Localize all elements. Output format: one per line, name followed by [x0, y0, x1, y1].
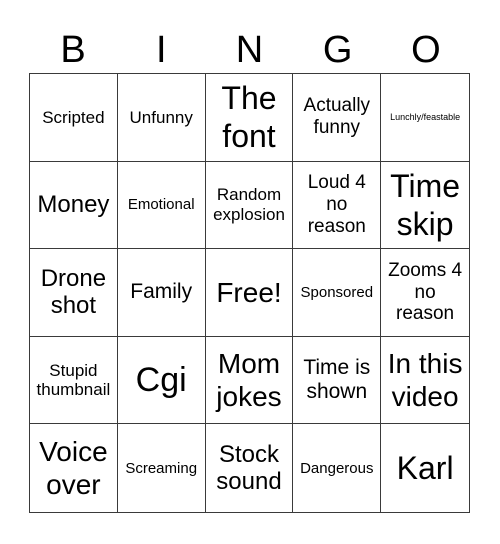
bingo-cell[interactable]: Cgi — [117, 336, 206, 425]
bingo-cell[interactable]: Karl — [381, 424, 469, 512]
bingo-cell[interactable]: Sponsored — [293, 249, 382, 337]
header-letter-g: G — [322, 29, 353, 71]
bingo-cell[interactable]: Time is shown — [293, 336, 382, 425]
bingo-grid: Scripted Unfunny The font Actually funny… — [29, 73, 470, 513]
bingo-cell[interactable]: Emotional — [117, 161, 206, 250]
header-letter-b: B — [60, 29, 86, 71]
bingo-cell[interactable]: Zooms 4 no reason — [381, 249, 469, 337]
bingo-cell[interactable]: Random explosion — [205, 161, 294, 250]
bingo-cell[interactable]: Family — [117, 249, 206, 337]
bingo-cell[interactable]: Drone shot — [30, 249, 118, 337]
bingo-free-space[interactable]: Free! — [205, 249, 294, 337]
bingo-cell[interactable]: Loud 4 no reason — [293, 161, 382, 250]
bingo-header: B I N G O — [29, 28, 470, 72]
bingo-cell[interactable]: Time skip — [381, 162, 469, 250]
bingo-cell[interactable]: Unfunny — [117, 74, 206, 162]
bingo-cell[interactable]: Stupid thumbnail — [30, 336, 118, 425]
bingo-cell[interactable]: In this video — [381, 337, 469, 425]
bingo-cell[interactable]: Lunchly/feastable — [381, 74, 469, 162]
bingo-cell[interactable]: Voice over — [30, 424, 118, 512]
bingo-cell[interactable]: Mom jokes — [205, 336, 294, 425]
bingo-cell[interactable]: Scripted — [30, 74, 118, 162]
bingo-cell[interactable]: Screaming — [118, 424, 206, 512]
bingo-cell[interactable]: Money — [30, 161, 118, 250]
bingo-cell[interactable]: Stock sound — [206, 424, 294, 512]
header-letter-i: I — [156, 29, 167, 71]
bingo-cell[interactable]: Actually funny — [293, 74, 382, 162]
header-letter-o: O — [411, 29, 441, 71]
bingo-cell[interactable]: Dangerous — [293, 424, 382, 512]
header-letter-n: N — [235, 29, 264, 71]
bingo-cell[interactable]: The font — [205, 74, 294, 162]
